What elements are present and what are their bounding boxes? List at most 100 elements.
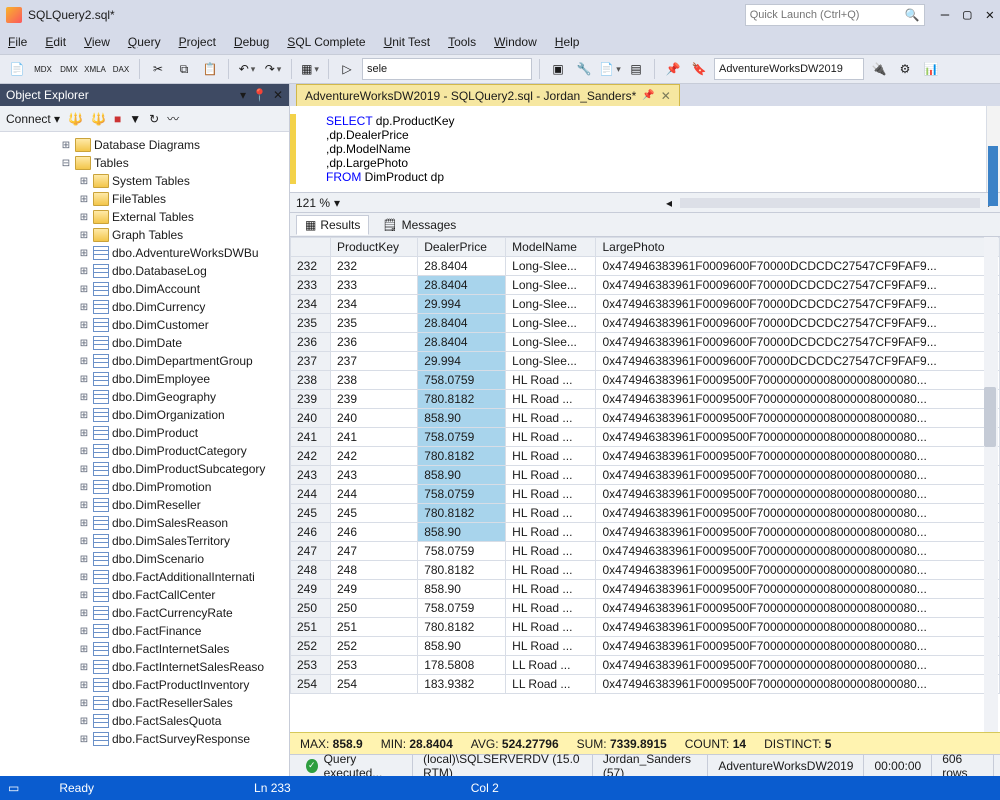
filter-tree-icon[interactable]: ▼ [129,112,141,126]
tree-table[interactable]: ⊞dbo.FactSalesQuota [0,712,289,730]
menu-unit-test[interactable]: Unit Test [384,35,430,49]
undo-icon[interactable]: ↶ [236,58,258,80]
tree-table[interactable]: ⊞dbo.FactResellerSales [0,694,289,712]
menu-help[interactable]: Help [555,35,580,49]
table-row[interactable]: 251251780.8182HL Road ...0x474946383961F… [291,618,1000,637]
maximize-button[interactable]: ▢ [963,7,971,23]
results-grid[interactable]: ProductKeyDealerPriceModelNameLargePhoto… [290,237,1000,732]
tree-table[interactable]: ⊞dbo.DimAccount [0,280,289,298]
reconnect-icon[interactable]: 🔌 [868,58,890,80]
results-tab[interactable]: ▦ Results [296,215,369,235]
tree-table[interactable]: ⊞dbo.DimCustomer [0,316,289,334]
table-row[interactable]: 23523528.8404Long-Slee...0x474946383961F… [291,314,1000,333]
stop-icon[interactable]: ■ [114,112,121,126]
copy-icon[interactable]: ⧉ [173,58,195,80]
tree-table[interactable]: ⊞dbo.FactInternetSalesReaso [0,658,289,676]
object-explorer-tree[interactable]: ⊞Database Diagrams⊟Tables⊞System Tables⊞… [0,132,289,776]
table-row[interactable]: 23723729.994Long-Slee...0x474946383961F0… [291,352,1000,371]
tab-close-icon[interactable]: ✕ [661,89,671,103]
messages-tab[interactable]: 🗒 Messages [373,215,465,235]
column-header[interactable]: LargePhoto [596,238,1000,257]
tree-table[interactable]: ⊞dbo.AdventureWorksDWBu [0,244,289,262]
tree-table[interactable]: ⊞dbo.DimDate [0,334,289,352]
tree-table[interactable]: ⊞dbo.DimDepartmentGroup [0,352,289,370]
paste-icon[interactable]: 📋 [199,58,221,80]
table-row[interactable]: 244244758.0759HL Road ...0x474946383961F… [291,485,1000,504]
tree-table[interactable]: ⊞dbo.DimOrganization [0,406,289,424]
menu-query[interactable]: Query [128,35,161,49]
table-row[interactable]: 239239780.8182HL Road ...0x474946383961F… [291,390,1000,409]
code-line[interactable]: ,dp.LargePhoto [310,156,994,170]
refresh-icon[interactable]: ↻ [149,112,159,126]
results-grid-icon[interactable]: ▤ [625,58,647,80]
table-row[interactable]: 241241758.0759HL Road ...0x474946383961F… [291,428,1000,447]
search-icon[interactable]: 🔍 [905,8,920,22]
column-header[interactable]: ProductKey [331,238,418,257]
table-row[interactable]: 252252858.90HL Road ...0x474946383961F00… [291,637,1000,656]
tree-table[interactable]: ⊞dbo.DimCurrency [0,298,289,316]
tree-table[interactable]: ⊞dbo.FactInternetSales [0,640,289,658]
tree-folder-graph-tables[interactable]: ⊞Graph Tables [0,226,289,244]
xmla-icon[interactable]: XMLA [84,58,106,80]
pulse-icon[interactable]: 〰 [167,110,179,127]
database-dropdown[interactable] [714,58,864,80]
tree-table[interactable]: ⊞dbo.DimReseller [0,496,289,514]
tab-pin-icon[interactable]: 📌 [642,90,654,101]
quick-launch-input[interactable] [750,9,905,21]
tree-folder-database-diagrams[interactable]: ⊞Database Diagrams [0,136,289,154]
mdx-icon[interactable]: MDX [32,58,54,80]
debug-icon[interactable]: ▷ [336,58,358,80]
tree-table[interactable]: ⊞dbo.FactAdditionalInternati [0,568,289,586]
new-query-icon[interactable]: 📄 [6,58,28,80]
tree-table[interactable]: ⊞dbo.FactSurveyResponse [0,730,289,748]
tree-folder-filetables[interactable]: ⊞FileTables [0,190,289,208]
grid-v-scrollbar-thumb[interactable] [984,387,996,447]
table-row[interactable]: 242242780.8182HL Road ...0x474946383961F… [291,447,1000,466]
table-row[interactable]: 243243858.90HL Road ...0x474946383961F00… [291,466,1000,485]
tree-table[interactable]: ⊞dbo.DimPromotion [0,478,289,496]
tree-table[interactable]: ⊞dbo.DimProductSubcategory [0,460,289,478]
close-button[interactable]: ✕ [986,7,994,23]
dax-icon[interactable]: DAX [110,58,132,80]
h-scroll-track[interactable] [680,198,980,208]
pin-icon[interactable]: 📌 [662,58,684,80]
execute-icon[interactable]: ▦ [299,58,321,80]
tree-table[interactable]: ⊞dbo.DimGeography [0,388,289,406]
menu-file[interactable]: File [8,35,27,49]
code-editor[interactable]: SELECT dp.ProductKey ,dp.DealerPrice ,dp… [290,106,1000,193]
code-line[interactable]: SELECT dp.ProductKey [310,114,994,128]
tree-table[interactable]: ⊞dbo.DimEmployee [0,370,289,388]
menu-sql-complete[interactable]: SQL Complete [287,35,365,49]
tree-table[interactable]: ⊞dbo.FactProductInventory [0,676,289,694]
column-header[interactable]: ModelName [506,238,596,257]
tree-table[interactable]: ⊞dbo.DimSalesReason [0,514,289,532]
table-row[interactable]: 240240858.90HL Road ...0x474946383961F00… [291,409,1000,428]
panel-dropdown-icon[interactable]: ▾ [240,88,246,102]
code-line[interactable]: FROM DimProduct dp [310,170,994,184]
tree-table[interactable]: ⊞dbo.DimProduct [0,424,289,442]
disconnect-icon[interactable]: 🔱 [68,112,83,126]
table-row[interactable]: 23623628.8404Long-Slee...0x474946383961F… [291,333,1000,352]
tree-table[interactable]: ⊞dbo.FactCurrencyRate [0,604,289,622]
include-plan-icon[interactable]: 📊 [920,58,942,80]
zoom-dropdown-icon[interactable]: ▾ [334,196,340,210]
table-row[interactable]: 23323328.8404Long-Slee...0x474946383961F… [291,276,1000,295]
table-row[interactable]: 248248780.8182HL Road ...0x474946383961F… [291,561,1000,580]
panel-close-icon[interactable]: ✕ [273,88,283,102]
tree-table[interactable]: ⊞dbo.FactCallCenter [0,586,289,604]
menu-debug[interactable]: Debug [234,35,269,49]
table-row[interactable]: 249249858.90HL Road ...0x474946383961F00… [291,580,1000,599]
menu-project[interactable]: Project [179,35,216,49]
code-line[interactable]: ,dp.DealerPrice [310,128,994,142]
table-row[interactable]: 253253178.5808LL Road ...0x474946383961F… [291,656,1000,675]
table-row[interactable]: 247247758.0759HL Road ...0x474946383961F… [291,542,1000,561]
quick-launch[interactable]: 🔍 [745,4,925,26]
menu-window[interactable]: Window [494,35,537,49]
column-header[interactable]: DealerPrice [418,238,506,257]
sele-input[interactable] [362,58,532,80]
redo-icon[interactable]: ↷ [262,58,284,80]
grid-v-scrollbar[interactable] [984,237,998,732]
panel-pin-icon[interactable]: 📍 [252,88,267,102]
connect-button[interactable]: Connect ▾ [6,112,60,126]
change-connection-icon[interactable]: ⚙ [894,58,916,80]
